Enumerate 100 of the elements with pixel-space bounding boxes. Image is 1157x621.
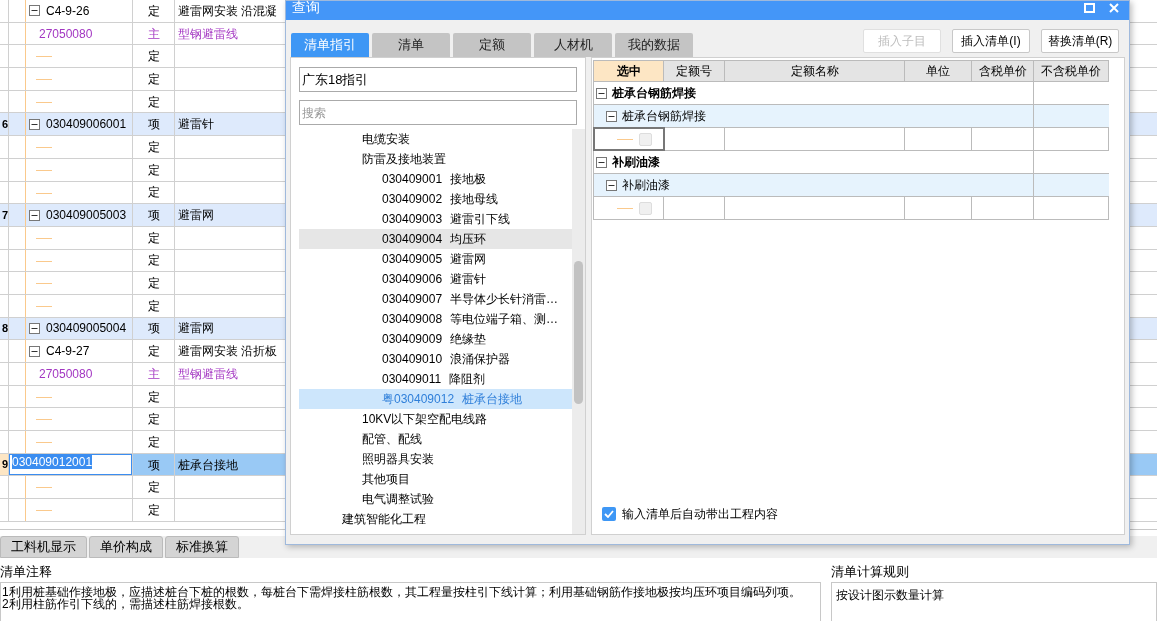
name-text: 避雷网安装 沿折板 [178, 343, 278, 361]
collapse-icon[interactable] [606, 179, 617, 191]
type-text: 定 [147, 184, 160, 202]
type-text: 定 [147, 479, 160, 497]
type-text: 主 [147, 25, 160, 43]
collapse-icon[interactable] [29, 322, 40, 334]
type-text: 项 [147, 207, 160, 225]
checkbox[interactable] [602, 507, 616, 521]
type-text: 定 [147, 2, 160, 20]
tree-item[interactable]: 配管、配线 [299, 429, 572, 449]
maximize-icon[interactable] [1084, 3, 1095, 13]
column-header[interactable]: 选中 [594, 61, 664, 81]
group-title: 桩承台钢筋焊接 [612, 85, 696, 102]
code-text: 27050080 [39, 365, 93, 383]
tree-item[interactable]: 030409003 避雷引下线 [299, 209, 572, 229]
type-text: 定 [147, 138, 160, 156]
column-header[interactable]: 定额号 [664, 61, 725, 81]
collapse-icon[interactable] [29, 5, 40, 17]
name-text: 桩承台接地 [178, 456, 238, 474]
tree-item[interactable]: 030409002 接地母线 [299, 189, 572, 209]
tree-item[interactable]: 030409009 绝缘垫 [299, 329, 572, 349]
checkbox[interactable] [639, 132, 652, 146]
tree-item[interactable]: 030409005 避雷网 [299, 249, 572, 269]
panel-tab[interactable]: 单价构成 [89, 536, 163, 558]
type-text: 定 [147, 388, 160, 406]
name-text: 型钢避雷线 [178, 25, 238, 43]
column-header[interactable]: 含税单价 [972, 61, 1034, 81]
column-header[interactable]: 单位 [905, 61, 972, 81]
action-button[interactable]: 插入清单(I) [952, 29, 1030, 53]
collapse-icon[interactable] [29, 209, 40, 221]
type-text: 主 [147, 365, 160, 383]
checkbox[interactable] [639, 201, 652, 215]
subgroup-title: 桩承台钢筋焊接 [622, 108, 706, 125]
subgroup-title: 补刷油漆 [622, 177, 670, 194]
guide-select[interactable]: 广东18指引 [299, 67, 577, 92]
tree-item[interactable]: 030409006 避雷针 [299, 269, 572, 289]
row-number: 8 [1, 322, 8, 334]
name-text: 避雷针 [178, 116, 214, 134]
type-text: 定 [147, 411, 160, 429]
type-text: 定 [147, 501, 160, 519]
checkbox-label: 输入清单后自动带出工程内容 [622, 506, 778, 523]
type-text: 定 [147, 70, 160, 88]
dialog-tab[interactable]: 我的数据 [615, 33, 693, 57]
tree-item[interactable]: 照明器具安装 [299, 449, 572, 469]
focused-cell[interactable] [594, 128, 664, 150]
note-line: 1利用桩基础作接地极，应描述桩台下桩的根数，每桩台下需焊接柱筋根数，其工程量按柱引下线计算；利用基础钢筋作接地极按均压环项目编码列项。 [2, 586, 802, 598]
column-header[interactable]: 不含税单价 [1034, 61, 1109, 81]
type-text: 项 [147, 320, 160, 338]
row-number: 7 [1, 209, 8, 221]
tree-item[interactable]: 其他项目 [299, 469, 572, 489]
type-text: 定 [147, 161, 160, 179]
row-number: 9 [1, 459, 8, 471]
tree-item[interactable]: 电缆安装 [299, 129, 572, 149]
group-title: 补刷油漆 [612, 154, 660, 171]
code-text: C4-9-26 [46, 2, 90, 20]
code-text: 27050080 [39, 25, 93, 43]
scrollbar[interactable] [572, 129, 585, 534]
window-title: 查询 [292, 0, 320, 14]
rules-box: 按设计图示数量计算 [831, 582, 1157, 621]
dialog-tab[interactable]: 定额 [453, 33, 531, 57]
type-text: 定 [147, 297, 160, 315]
collapse-icon[interactable] [606, 110, 617, 122]
type-text: 定 [147, 343, 160, 361]
tree-item[interactable]: 030409001 接地极 [299, 169, 572, 189]
note-line: 2利用柱筋作引下线的，需描述柱筋焊接根数。 [2, 598, 250, 610]
action-button[interactable]: 替换清单(R) [1041, 29, 1119, 53]
collapse-icon[interactable] [29, 345, 40, 357]
tree-item[interactable]: 建筑智能化工程 [299, 509, 572, 529]
code-text: 030409006001 [46, 116, 127, 134]
tree-item[interactable]: 030409011 降阻剂 [299, 369, 572, 389]
panel-title: 清单计算规则 [831, 564, 910, 581]
name-text: 避雷网 [178, 207, 214, 225]
type-text: 定 [147, 48, 160, 66]
tree-item[interactable]: 防雷及接地装置 [299, 149, 572, 169]
check-icon [604, 510, 614, 518]
tree-item[interactable]: 030409010 浪涌保护器 [299, 349, 572, 369]
tree-item[interactable]: 030409007 半导体少长针消雷… [299, 289, 572, 309]
column-header[interactable]: 定额名称 [725, 61, 905, 81]
type-text: 定 [147, 93, 160, 111]
dialog-tab[interactable]: 清单 [372, 33, 450, 57]
name-text: 避雷网 [178, 320, 214, 338]
search-field[interactable]: 搜索 [299, 100, 577, 125]
name-text: 避雷网安装 沿混凝 [178, 2, 278, 20]
type-text: 定 [147, 252, 160, 270]
panel-tab[interactable]: 标准换算 [165, 536, 239, 558]
collapse-icon[interactable] [29, 118, 40, 130]
dialog-tab[interactable]: 人材机 [534, 33, 612, 57]
code-text: 030409005004 [46, 320, 127, 338]
panel-tab[interactable]: 工料机显示 [0, 536, 87, 558]
type-text: 项 [147, 456, 160, 474]
tree-item[interactable]: 030409004 均压环 [299, 229, 572, 249]
close-icon[interactable] [1109, 3, 1119, 13]
tree-item[interactable]: 030409008 等电位端子箱、测… [299, 309, 572, 329]
code-text: 030409005003 [46, 207, 127, 225]
tree-item[interactable]: 电气调整试验 [299, 489, 572, 509]
tree-item[interactable]: 10KV以下架空配电线路 [299, 409, 572, 429]
row-number: 6 [1, 118, 8, 130]
panel-title: 清单注释 [0, 564, 53, 581]
collapse-icon[interactable] [596, 156, 607, 168]
collapse-icon[interactable] [596, 87, 607, 99]
